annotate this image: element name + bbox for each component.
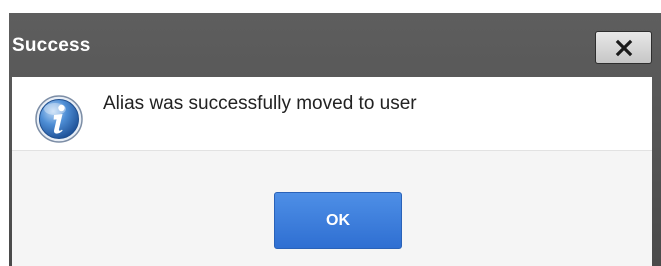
dialog-message: Alias was successfully moved to user [103, 93, 417, 114]
dialog-content: Alias was successfully moved to user OK [12, 77, 652, 266]
info-icon [34, 94, 84, 144]
button-area: OK [12, 150, 652, 266]
dialog-titlebar[interactable]: Success [9, 13, 661, 77]
success-dialog: Success Alias was successfully moved to … [9, 13, 661, 266]
dialog-title: Success [12, 35, 91, 56]
close-button[interactable] [595, 31, 652, 64]
ok-button[interactable]: OK [274, 192, 402, 249]
close-icon [615, 39, 633, 57]
message-area: Alias was successfully moved to user [12, 77, 652, 150]
